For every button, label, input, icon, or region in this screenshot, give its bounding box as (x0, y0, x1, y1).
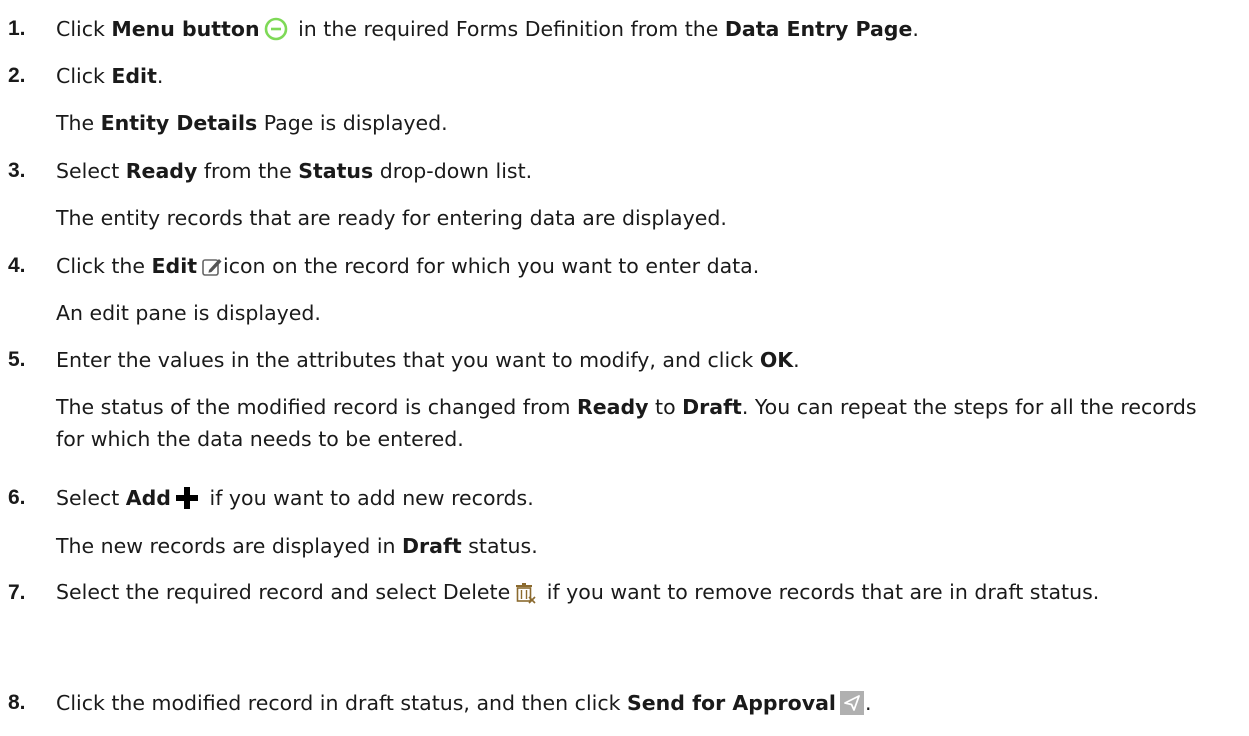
step-number: 3. (8, 159, 26, 182)
text: in the required Forms Definition from th… (291, 17, 725, 41)
text: Select (56, 486, 126, 510)
text: from the (197, 159, 299, 183)
text: Page is displayed. (257, 111, 448, 135)
step-text: Click Edit. (56, 61, 163, 91)
step-number: 1. (8, 17, 26, 40)
step-result: The entity records that are ready for en… (56, 206, 727, 230)
text: The new records are displayed in (56, 534, 403, 558)
step-number: 7. (8, 581, 26, 604)
send-for-approval-label: Send for Approval (627, 691, 836, 715)
text: Click (56, 64, 112, 88)
entity-details-label: Entity Details (100, 111, 258, 135)
step-result: The status of the modified record is cha… (56, 391, 1226, 455)
text: The (56, 111, 101, 135)
text: . (864, 691, 872, 715)
text: status. (461, 534, 538, 558)
menu-button-label: Menu button (111, 17, 260, 41)
step-number: 4. (8, 254, 26, 277)
edit-label: Edit (151, 254, 198, 278)
text: drop-down list. (373, 159, 533, 183)
procedure-document: 1. Click Menu button in the required For… (0, 0, 1249, 736)
text: Enter the values in the attributes that … (56, 348, 760, 372)
step-result: An edit pane is displayed. (56, 301, 321, 325)
plus-icon (175, 486, 199, 510)
text: if you want to add new records. (202, 486, 534, 510)
ok-label: OK (759, 348, 794, 372)
step-text: Enter the values in the attributes that … (56, 345, 800, 375)
step-number: 6. (8, 486, 26, 509)
edit-label: Edit (111, 64, 157, 88)
step-text: Select the required record and select De… (56, 576, 1226, 608)
text: to (648, 395, 683, 419)
data-entry-page-label: Data Entry Page (724, 17, 913, 41)
step-text: Click the modified record in draft statu… (56, 688, 872, 718)
text: Select (56, 159, 126, 183)
step-text: Click Menu button in the required Forms … (56, 14, 919, 44)
text: The status of the modified record is cha… (56, 395, 577, 419)
step-number: 2. (8, 64, 26, 87)
draft-label: Draft (402, 534, 462, 558)
step-number: 5. (8, 348, 26, 371)
send-icon (839, 691, 864, 715)
text: Click the modified record in draft statu… (56, 691, 627, 715)
text: . (912, 17, 919, 41)
step-text: Select Ready from the Status drop-down l… (56, 156, 532, 186)
step-number: 8. (8, 691, 26, 714)
text: if you want to remove records that are i… (540, 580, 1100, 604)
step-result: The new records are displayed in Draft s… (56, 531, 538, 561)
text: Select the required record and select De… (56, 580, 511, 604)
text: . (156, 64, 164, 88)
edit-icon (201, 256, 223, 278)
menu-button-icon (264, 17, 288, 41)
ready-label: Ready (576, 395, 649, 419)
status-label: Status (298, 159, 374, 183)
text: . (793, 348, 800, 372)
step-text: Select Add if you want to add new record… (56, 483, 534, 513)
step-text: Click the Edit icon on the record for whi… (56, 251, 759, 281)
add-label: Add (125, 486, 171, 510)
draft-label: Draft (682, 395, 742, 419)
text: Click (56, 17, 112, 41)
text: Click the (56, 254, 152, 278)
text: icon on the record for which you want to… (223, 254, 760, 278)
ready-label: Ready (125, 159, 198, 183)
delete-icon (514, 582, 536, 604)
step-result: The Entity Details Page is displayed. (56, 108, 448, 138)
